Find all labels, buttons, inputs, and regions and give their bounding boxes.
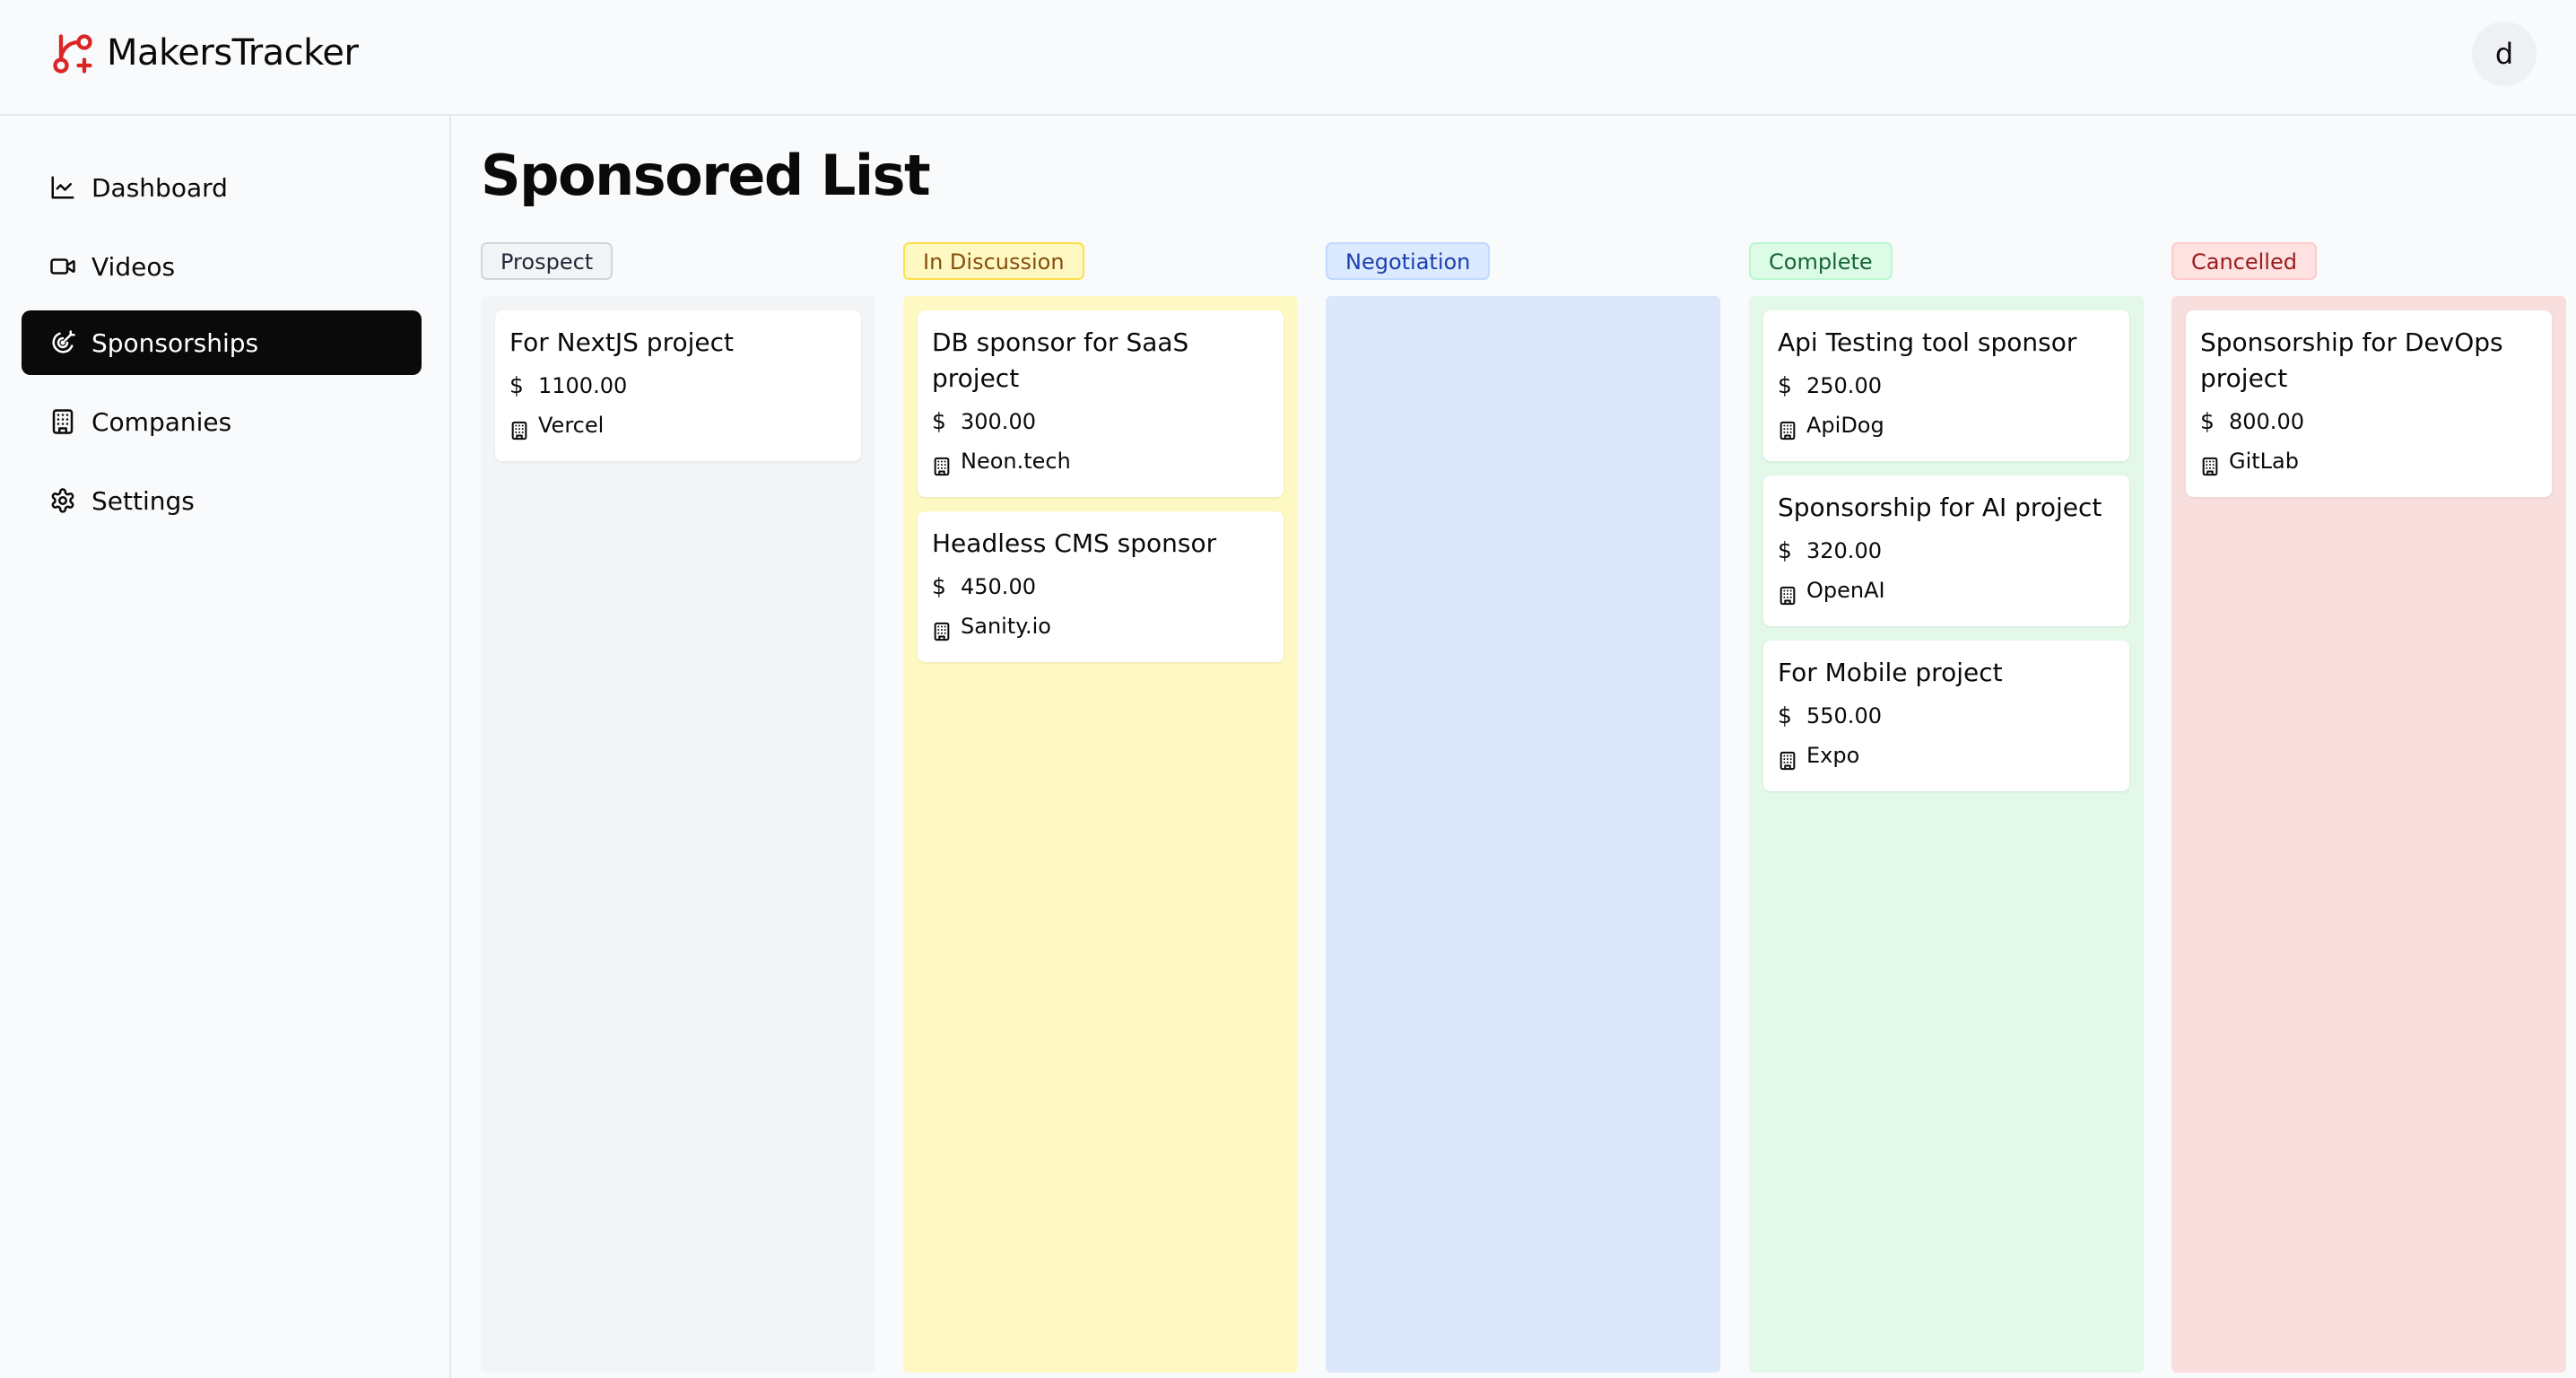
card-company-row: GitLab [2200, 441, 2537, 481]
card-title: Headless CMS sponsor [932, 528, 1217, 558]
card-company: OpenAI [1806, 578, 1885, 603]
building-icon [932, 449, 952, 476]
dollar-icon: $ [509, 372, 524, 398]
card-company: Neon.tech [961, 449, 1071, 474]
card-title: DB sponsor for SaaS project [932, 327, 1189, 393]
column-cancelled: Cancelled Sponsorship for DevOps project $… [2171, 242, 2566, 1373]
dollar-icon: $ [1778, 702, 1792, 728]
column-dropzone[interactable]: DB sponsor for SaaS project $300.00 Neon.t… [903, 296, 1298, 1373]
sidebar-item-videos[interactable]: Videos [22, 234, 422, 299]
sidebar-item-dashboard[interactable]: Dashboard [22, 155, 422, 220]
sidebar-item-sponsorships[interactable]: Sponsorships [22, 310, 422, 375]
card-amount: 550.00 [1806, 703, 1882, 728]
top-header: MakersTracker d [0, 0, 2576, 116]
card-amount: 450.00 [961, 574, 1036, 599]
gear-icon [51, 488, 74, 513]
building-icon [52, 409, 74, 434]
dollar-icon: $ [1778, 537, 1792, 563]
sponsorship-card[interactable]: For NextJS project $1100.00 Vercel [495, 310, 861, 461]
dollar-icon: $ [932, 408, 946, 434]
building-icon [1778, 744, 1797, 771]
card-amount-row: $800.00 [2200, 402, 2537, 441]
building-icon [1778, 414, 1797, 440]
sponsorship-card[interactable]: Sponsorship for AI project $320.00 OpenAI [1763, 475, 2129, 626]
card-title: For Mobile project [1778, 658, 2003, 687]
sidebar-item-settings[interactable]: Settings [22, 468, 422, 533]
dollar-icon: $ [932, 573, 946, 599]
card-title: Api Testing tool sponsor [1778, 327, 2077, 357]
card-title: For NextJS project [509, 327, 734, 357]
column-dropzone[interactable]: Api Testing tool sponsor $250.00 ApiDog Spo… [1749, 296, 2144, 1373]
card-amount-row: $300.00 [932, 402, 1269, 441]
status-badge: Cancelled [2171, 242, 2317, 280]
column-dropzone[interactable]: Sponsorship for DevOps project $800.00 Git… [2171, 296, 2566, 1373]
sidebar-item-label: Sponsorships [91, 327, 259, 358]
video-icon [50, 258, 75, 275]
column-complete: Complete Api Testing tool sponsor $250.00 A… [1749, 242, 2144, 1373]
sponsorship-card[interactable]: For Mobile project $550.00 Expo [1763, 641, 2129, 791]
card-amount: 1100.00 [538, 373, 628, 398]
card-company-row: Neon.tech [932, 441, 1269, 481]
card-amount: 800.00 [2229, 409, 2304, 434]
sponsorship-card[interactable]: Sponsorship for DevOps project $800.00 Git… [2186, 310, 2552, 497]
card-title: Sponsorship for DevOps project [2200, 327, 2503, 393]
card-amount-row: $1100.00 [509, 366, 847, 406]
card-amount-row: $450.00 [932, 567, 1269, 606]
sidebar-item-label: Settings [91, 485, 195, 516]
status-badge: Prospect [481, 242, 614, 280]
card-amount-row: $320.00 [1778, 531, 2115, 571]
card-company: Sanity.io [961, 614, 1051, 639]
card-company-row: OpenAI [1778, 571, 2115, 610]
status-badge: Complete [1749, 242, 1893, 280]
card-amount-row: $550.00 [1778, 696, 2115, 736]
dollar-icon: $ [2200, 408, 2215, 434]
card-company: Vercel [538, 413, 605, 438]
git-branch-plus-icon[interactable] [49, 31, 96, 77]
dollar-icon: $ [1778, 372, 1792, 398]
sidebar: Dashboard Videos Sponsorships Companies … [0, 116, 451, 1378]
status-badge: In Discussion [903, 242, 1084, 280]
card-amount-row: $250.00 [1778, 366, 2115, 406]
sponsorship-card[interactable]: DB sponsor for SaaS project $300.00 Neon.t… [918, 310, 1284, 497]
building-icon [932, 615, 952, 641]
card-company: Expo [1806, 743, 1860, 768]
column-in-discussion: In Discussion DB sponsor for SaaS project… [903, 242, 1298, 1373]
card-company-row: Expo [1778, 736, 2115, 775]
building-icon [1778, 579, 1797, 606]
card-company-row: Vercel [509, 406, 847, 445]
column-negotiation: Negotiation [1326, 242, 1720, 1373]
sidebar-item-label: Videos [91, 251, 176, 282]
sponsorship-card[interactable]: Api Testing tool sponsor $250.00 ApiDog [1763, 310, 2129, 461]
page-title: Sponsored List [481, 143, 931, 208]
building-icon [509, 414, 529, 440]
sidebar-item-label: Dashboard [91, 172, 228, 203]
card-title: Sponsorship for AI project [1778, 493, 2102, 522]
card-amount: 300.00 [961, 409, 1036, 434]
target-icon [52, 330, 75, 353]
column-dropzone[interactable]: For NextJS project $1100.00 Vercel [481, 296, 875, 1373]
chart-line-icon [51, 176, 74, 199]
building-icon [2200, 449, 2220, 476]
card-company: GitLab [2229, 449, 2299, 474]
sidebar-item-companies[interactable]: Companies [22, 389, 422, 454]
card-amount: 250.00 [1806, 373, 1882, 398]
card-company: ApiDog [1806, 413, 1884, 438]
column-prospect: Prospect For NextJS project $1100.00 Vercel [481, 242, 875, 1373]
user-avatar[interactable]: d [2472, 22, 2537, 86]
app-title[interactable]: MakersTracker [107, 23, 359, 83]
column-dropzone[interactable] [1326, 296, 1720, 1373]
sponsorship-card[interactable]: Headless CMS sponsor $450.00 Sanity.io [918, 511, 1284, 662]
card-amount: 320.00 [1806, 538, 1882, 563]
card-company-row: Sanity.io [932, 606, 1269, 646]
card-company-row: ApiDog [1778, 406, 2115, 445]
sidebar-item-label: Companies [91, 406, 232, 437]
status-badge: Negotiation [1326, 242, 1491, 280]
